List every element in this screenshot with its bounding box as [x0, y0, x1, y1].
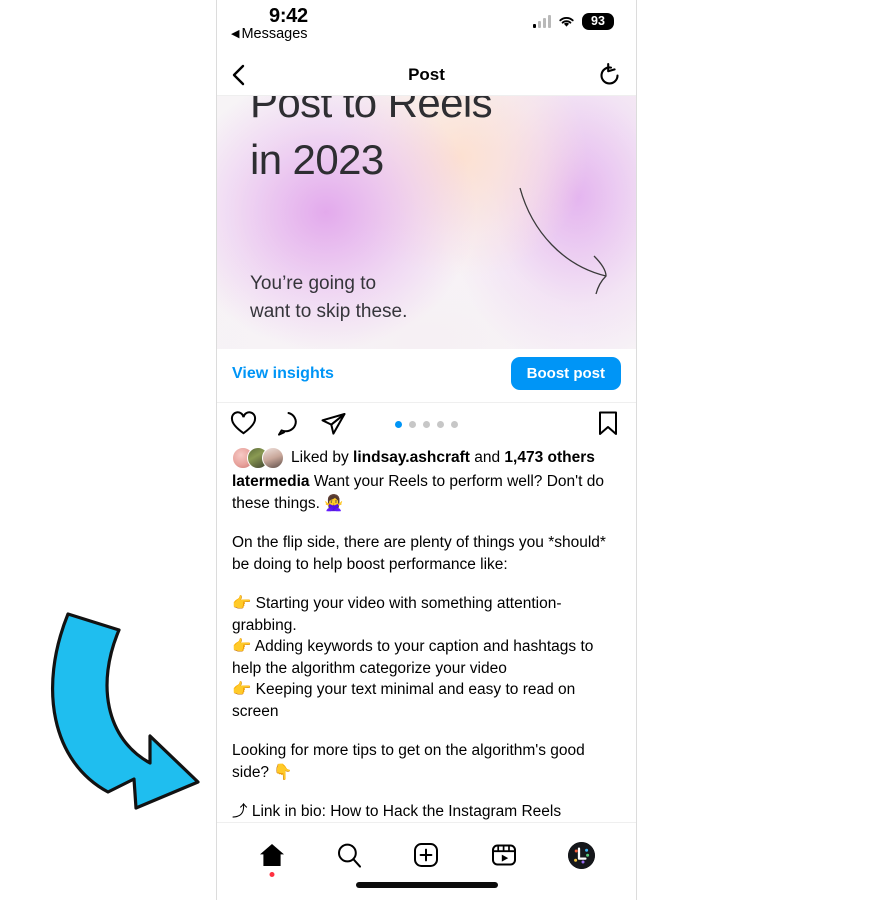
- home-notification-badge: [269, 872, 275, 877]
- caption-bullet-3: Keeping your text minimal and easy to re…: [232, 681, 580, 720]
- carousel-dot[interactable]: [451, 421, 458, 428]
- back-caret-icon: ◀: [231, 28, 240, 40]
- caption-bullet-2: Adding keywords to your caption and hash…: [232, 638, 598, 677]
- woman-gesturing-no-emoji: 🙅‍♀️: [324, 493, 344, 512]
- pointing-right-emoji: 👉: [232, 680, 252, 698]
- page-title: Post: [408, 65, 445, 84]
- curved-arrow-doodle-icon: [519, 187, 607, 295]
- plus-square-icon: [414, 843, 439, 867]
- caption-username[interactable]: latermedia: [232, 473, 310, 490]
- app-header: Post: [217, 55, 636, 96]
- screenshot-root: 9:42 ◀ Messages 93 Post Post to Reels in…: [0, 0, 873, 900]
- liked-by-username[interactable]: lindsay.ashcraft: [353, 449, 470, 466]
- home-icon: [259, 844, 284, 866]
- search-icon: [338, 843, 362, 868]
- tab-create[interactable]: [402, 835, 450, 875]
- bottom-tab-bar: [217, 822, 636, 900]
- caption-first-line: latermedia Want your Reels to perform we…: [232, 473, 609, 512]
- cellular-signal-icon: [532, 15, 551, 29]
- caption-paragraph-flipside: On the flip side, there are plenty of th…: [232, 534, 611, 573]
- pointing-down-emoji: 👇: [273, 762, 293, 781]
- boost-post-button[interactable]: Boost post: [510, 357, 621, 390]
- tab-search[interactable]: [325, 835, 373, 875]
- liked-by-count[interactable]: 1,473 others: [504, 449, 594, 466]
- carousel-dot[interactable]: [409, 421, 416, 428]
- pointing-right-emoji: 👉: [232, 594, 252, 612]
- status-bar: 9:42 ◀ Messages 93: [217, 0, 636, 55]
- wifi-icon: [559, 17, 574, 27]
- insights-bar: View insights Boost post: [217, 349, 636, 403]
- carousel-dot[interactable]: [395, 421, 402, 428]
- status-indicators: 93: [532, 13, 614, 31]
- refresh-icon: [600, 62, 619, 85]
- pointing-right-emoji: 👉: [232, 637, 252, 655]
- home-indicator: [355, 882, 498, 888]
- caption-paragraph-more-tips: Looking for more tips to get on the algo…: [232, 742, 590, 781]
- avatar: [262, 447, 284, 469]
- profile-avatar-icon: [567, 841, 595, 869]
- post-image-headline: Post to Reels in 2023: [250, 96, 493, 183]
- post-caption: Liked by lindsay.ashcraft and 1,473 othe…: [217, 445, 636, 866]
- post-image-subtext: You’re going to want to skip these.: [250, 273, 408, 322]
- liked-by-text: Liked by lindsay.ashcraft and 1,473 othe…: [291, 449, 595, 466]
- carousel-indicator: [217, 421, 636, 428]
- status-time: 9:42: [269, 5, 308, 27]
- liker-avatars: [232, 447, 284, 469]
- liked-by-row[interactable]: Liked by lindsay.ashcraft and 1,473 othe…: [232, 445, 621, 469]
- tab-reels[interactable]: [480, 835, 528, 875]
- header-refresh-button[interactable]: [598, 61, 622, 94]
- phone-screen: 9:42 ◀ Messages 93 Post Post to Reels in…: [216, 0, 637, 900]
- post-actions-row: [217, 403, 636, 445]
- back-to-messages-label: Messages: [241, 26, 308, 42]
- view-insights-link[interactable]: View insights: [232, 365, 334, 383]
- tab-home[interactable]: [248, 835, 296, 877]
- battery-percentage: 93: [582, 13, 614, 31]
- carousel-dot[interactable]: [423, 421, 430, 428]
- post-image[interactable]: Post to Reels in 2023 You’re going to want…: [217, 96, 636, 349]
- caption-bullet-1: Starting your video with something atten…: [232, 595, 562, 634]
- save-button[interactable]: [597, 410, 619, 442]
- up-arrow-icon: ⤴: [232, 802, 248, 820]
- bookmark-icon: [599, 411, 617, 435]
- caption-bullet-list: 👉 Starting your video with something att…: [232, 593, 621, 722]
- tab-profile[interactable]: [557, 835, 605, 875]
- back-to-messages-link[interactable]: ◀ Messages: [231, 26, 308, 42]
- reels-icon: [491, 844, 516, 866]
- carousel-dot[interactable]: [437, 421, 444, 428]
